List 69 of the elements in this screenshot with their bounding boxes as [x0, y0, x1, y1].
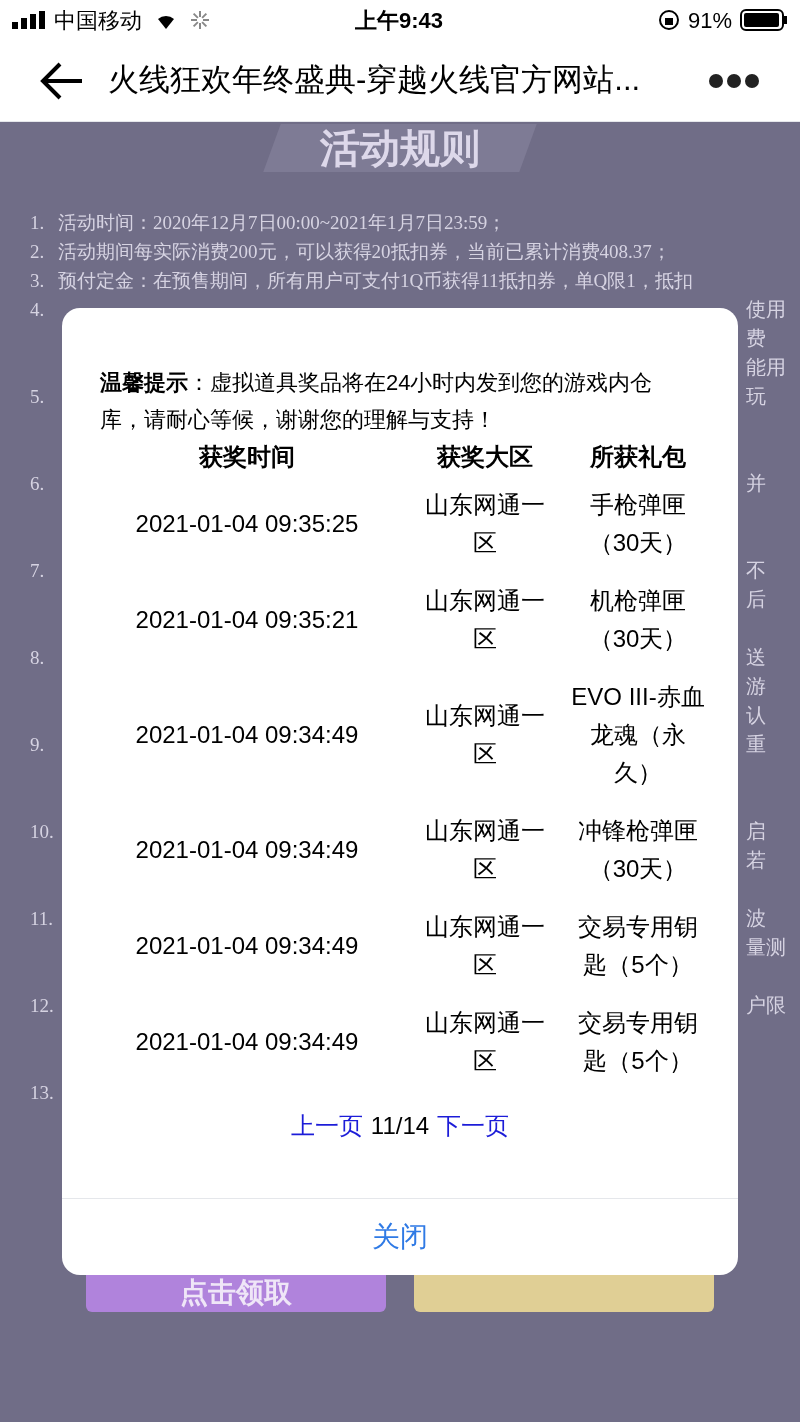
- table-cell-text: 2021-01-04 09:35:25: [134, 509, 360, 539]
- rule-text-fragment: 不: [746, 558, 767, 583]
- column-header: 获奖时间: [198, 442, 296, 472]
- table-cell-text: 山东网通一区: [424, 490, 546, 558]
- rule-number: 1.: [30, 211, 46, 235]
- rule-text: 活动期间每实际消费200元，可以获得20抵扣券，当前已累计消费408.37；: [58, 240, 671, 264]
- rotation-lock-icon: [657, 9, 680, 31]
- battery-percent: 91%: [687, 6, 732, 35]
- rule-text-fragment: 能用: [746, 355, 787, 380]
- page-indicator: 11/14: [370, 1111, 430, 1141]
- clock: 上午9:43: [353, 6, 444, 35]
- carrier-name: 中国移动: [54, 6, 142, 35]
- rule-number: 12.: [30, 994, 55, 1018]
- rule-number: 4.: [30, 298, 46, 322]
- rule-text-fragment: 量测: [746, 935, 787, 960]
- table-cell-text: 2021-01-04 09:34:49: [134, 1027, 360, 1057]
- table-cell-text: 冲锋枪弹匣（30天）: [577, 816, 699, 884]
- column-header: 获奖大区: [436, 442, 534, 472]
- section-heading: 活动规则: [320, 125, 480, 172]
- rule-text-fragment: 并: [746, 471, 767, 496]
- rule-text-fragment: 重: [746, 732, 767, 757]
- table-cell-text: 山东网通一区: [424, 816, 546, 884]
- more-icon[interactable]: [708, 72, 760, 89]
- table-cell-text: 交易专用钥匙（5个）: [577, 912, 699, 980]
- rule-text: 预付定金：在预售期间，所有用户可支付1Q币获得11抵扣券，单Q限1，抵扣: [58, 269, 693, 293]
- next-page-link[interactable]: 下一页: [437, 1108, 510, 1144]
- table-cell-text: 2021-01-04 09:34:49: [134, 835, 360, 865]
- rule-number: 13.: [30, 1081, 55, 1105]
- rule-text-fragment: 启: [746, 819, 767, 844]
- rule-text-fragment: 玩: [746, 384, 767, 409]
- table-cell-text: 山东网通一区: [424, 701, 546, 769]
- rule-number: 3.: [30, 269, 46, 293]
- rule-number: 10.: [30, 820, 55, 844]
- table-cell-text: 手枪弹匣（30天）: [587, 490, 689, 558]
- table-cell-text: 山东网通一区: [424, 1008, 546, 1076]
- signal-icon: [12, 11, 46, 29]
- rule-number: 6.: [30, 472, 46, 496]
- rule-number: 2.: [30, 240, 46, 264]
- rule-text-fragment: 游: [746, 674, 767, 699]
- rule-text-fragment: 使用: [746, 297, 787, 322]
- table-cell-text: 机枪弹匣（30天）: [587, 586, 689, 654]
- rule-number: 9.: [30, 733, 46, 757]
- rule-number: 7.: [30, 559, 46, 583]
- rule-text-fragment: 后: [746, 587, 767, 612]
- table-cell-text: 2021-01-04 09:35:21: [134, 605, 360, 635]
- table-cell-text: 交易专用钥匙（5个）: [577, 1008, 699, 1076]
- column-header: 所获礼包: [589, 442, 687, 472]
- rule-text-fragment: 认: [746, 703, 767, 728]
- table-cell-text: 山东网通一区: [424, 586, 546, 654]
- page-title: 火线狂欢年终盛典-穿越火线官方网站...: [108, 61, 642, 100]
- rule-text-fragment: 波: [746, 906, 767, 931]
- table-cell-text: 山东网通一区: [424, 912, 546, 980]
- rule-text-fragment: 费: [746, 326, 767, 351]
- table-cell-text: 2021-01-04 09:34:49: [134, 931, 360, 961]
- rule-number: 11.: [30, 907, 55, 931]
- rule-text-fragment: 若: [746, 848, 767, 873]
- rule-text-fragment: 户限: [746, 993, 787, 1018]
- back-icon[interactable]: [40, 60, 84, 101]
- rule-text-fragment: 送: [746, 645, 767, 670]
- rule-number: 5.: [30, 385, 46, 409]
- notice-text: 温馨提示：虚拟道具奖品将在24小时内发到您的游戏内仓库，请耐心等候，谢谢您的理解与支持！: [100, 369, 654, 434]
- rule-number: 8.: [30, 646, 46, 670]
- battery-icon: [740, 9, 788, 31]
- table-cell-text: 2021-01-04 09:34:49: [134, 720, 360, 750]
- loading-icon: [190, 10, 210, 30]
- rule-text: 活动时间：2020年12月7日00:00~2021年1月7日23:59；: [58, 211, 507, 235]
- close-button[interactable]: 关闭: [62, 1199, 738, 1275]
- table-cell-text: EVO III-赤血龙魂（永久）: [570, 682, 706, 788]
- previous-page-link[interactable]: 上一页: [290, 1108, 363, 1144]
